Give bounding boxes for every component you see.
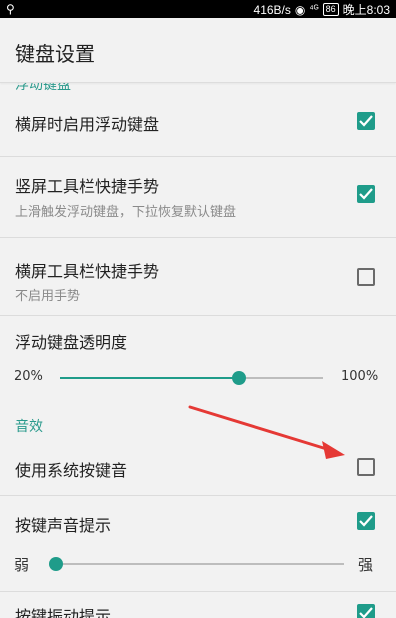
setting-label: 竖屏工具栏快捷手势 <box>15 177 160 196</box>
checkmark-icon <box>359 115 373 127</box>
slider-max-label: 100% <box>341 369 379 384</box>
setting-label: 按键振动提示 <box>15 607 112 618</box>
setting-summary: 不启用手势 <box>15 289 81 304</box>
setting-row-key-vibration[interactable]: 按键振动提示 <box>0 591 396 618</box>
slider-track-filled[interactable] <box>60 377 239 379</box>
checkbox-landscape-toolbar-gesture[interactable] <box>357 268 375 286</box>
status-bar: ⚲ 416B/s ◉ ⁴ᴳ 86 晚上8:03 <box>0 0 396 18</box>
setting-label: 按键声音提示 <box>15 516 112 535</box>
checkbox-landscape-floating[interactable] <box>357 112 375 130</box>
setting-label: 浮动键盘透明度 <box>15 333 128 352</box>
signal-icon: ⁴ᴳ <box>309 4 319 15</box>
setting-label: 横屏工具栏快捷手势 <box>15 262 160 281</box>
status-time: 晚上8:03 <box>342 3 390 17</box>
checkbox-key-vibration[interactable] <box>357 604 375 618</box>
slider-track-empty[interactable] <box>238 377 323 379</box>
status-right-group: 416B/s ◉ ⁴ᴳ 86 晚上8:03 <box>254 1 390 18</box>
volume-max-label: 强 <box>358 556 374 574</box>
checkbox-portrait-toolbar-gesture[interactable] <box>357 185 375 203</box>
setting-label: 横屏时启用浮动键盘 <box>15 115 160 134</box>
setting-row-landscape-floating[interactable]: 横屏时启用浮动键盘 <box>0 83 396 157</box>
setting-row-landscape-toolbar-gesture[interactable]: 横屏工具栏快捷手势 不启用手势 <box>0 238 396 316</box>
setting-row-floating-opacity: 浮动键盘透明度 20% 100% <box>0 316 396 400</box>
checkbox-system-key-sound[interactable] <box>357 458 375 476</box>
section-header-sound: 音效 <box>15 419 43 435</box>
volume-min-label: 弱 <box>14 556 30 574</box>
battery-icon: 86 <box>322 3 339 16</box>
setting-summary: 上滑触发浮动键盘，下拉恢复默认键盘 <box>15 205 237 220</box>
setting-label: 使用系统按键音 <box>15 461 128 480</box>
eye-icon: ◉ <box>294 2 306 17</box>
slider-track-empty[interactable] <box>56 563 344 565</box>
volume-slider-thumb[interactable] <box>49 557 63 571</box>
slider-min-label: 20% <box>14 369 43 384</box>
checkmark-icon <box>359 515 373 527</box>
setting-row-system-key-sound[interactable]: 使用系统按键音 <box>0 438 396 496</box>
app-bar: 键盘设置 <box>0 18 396 83</box>
setting-row-key-sound-prompt[interactable]: 按键声音提示 弱 强 <box>0 496 396 591</box>
key-icon: ⚲ <box>6 2 15 16</box>
checkmark-icon <box>359 188 373 200</box>
setting-row-portrait-toolbar-gesture[interactable]: 竖屏工具栏快捷手势 上滑触发浮动键盘，下拉恢复默认键盘 <box>0 157 396 238</box>
network-speed: 416B/s <box>253 2 291 17</box>
page-title: 键盘设置 <box>15 42 95 66</box>
checkbox-key-sound-prompt[interactable] <box>357 512 375 530</box>
opacity-slider-thumb[interactable] <box>231 371 246 385</box>
checkmark-icon <box>359 607 373 618</box>
settings-list[interactable]: 浮动键盘 横屏时启用浮动键盘 竖屏工具栏快捷手势 上滑触发浮动键盘，下拉恢复默认… <box>0 83 396 618</box>
